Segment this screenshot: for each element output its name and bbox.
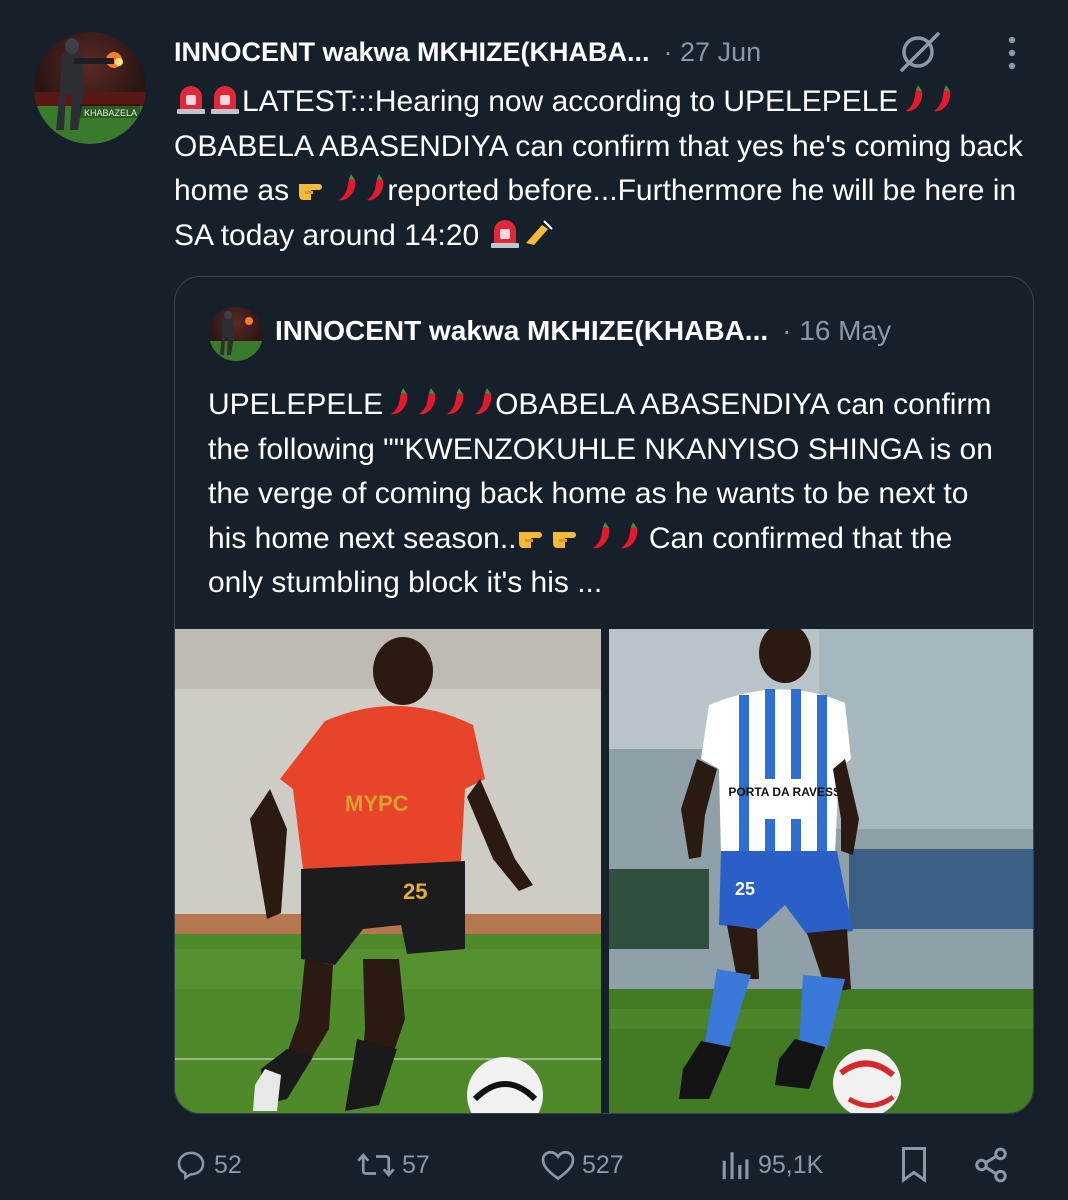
quoted-tweet[interactable]: INNOCENT wakwa MKHIZE(KHABA... · 16 May … [174, 276, 1034, 1114]
reply-button[interactable]: 52 [174, 1140, 242, 1190]
author-avatar[interactable]: KHABAZELA [34, 32, 146, 144]
chili-icon [934, 85, 951, 112]
quoted-tweet-date: · 16 May [782, 315, 892, 346]
quoted-text-part: UPELEPELE [208, 388, 384, 421]
pointing-hand-icon [518, 531, 542, 548]
repost-count: 57 [402, 1150, 430, 1179]
quoted-author-name: INNOCENT wakwa MKHIZE(KHABA... [275, 315, 769, 346]
shorts-number: 25 [403, 879, 427, 904]
grok-icon[interactable] [896, 30, 944, 74]
like-button[interactable]: 527 [540, 1140, 624, 1190]
avatar-text: KHABAZELA [84, 108, 137, 118]
quoted-tweet-header: INNOCENT wakwa MKHIZE(KHABA... · 16 May [275, 315, 891, 347]
bookmark-button[interactable] [896, 1140, 938, 1190]
chili-icon [391, 388, 408, 415]
views-icon [722, 1152, 749, 1180]
tweet-text-part: LATEST:::Hearing now according to UPELEP… [242, 85, 899, 118]
more-icon[interactable] [1004, 34, 1020, 72]
chili-icon [447, 388, 464, 415]
siren-icon [490, 219, 519, 248]
quoted-author-avatar[interactable] [209, 307, 263, 361]
tweet-action-bar: 52 57 527 95,1K [174, 1140, 1034, 1190]
share-button[interactable] [972, 1140, 1016, 1190]
avatar-image: KHABAZELA [34, 38, 146, 144]
tweet-text: LATEST:::Hearing now according to UPELEP… [174, 80, 1044, 258]
reply-count: 52 [214, 1150, 242, 1179]
like-count: 527 [582, 1150, 624, 1179]
tweet-header: INNOCENT wakwa MKHIZE(KHABA... · 27 Jun [174, 30, 1034, 74]
views-count: 95,1K [758, 1150, 824, 1179]
chili-icon [367, 174, 384, 201]
tweet-date[interactable]: · 27 Jun [664, 37, 762, 68]
author-name[interactable]: INNOCENT wakwa MKHIZE(KHABA... [174, 37, 650, 68]
quoted-tweet-text: UPELEPELE OBABELA ABASENDIYA can confirm … [208, 383, 1008, 606]
player-striped-kit-image: PORTA DA RAVESSA 25 [609, 629, 1033, 1113]
shorts-number: 25 [735, 879, 755, 899]
player-red-kit-image: MYPC 25 [175, 629, 601, 1113]
chili-icon [906, 85, 923, 112]
share-icon [975, 1147, 1007, 1183]
chili-icon [592, 521, 609, 548]
chili-icon [339, 174, 356, 201]
views-button[interactable]: 95,1K [716, 1140, 823, 1190]
pointing-hand-icon [299, 184, 323, 200]
bookmark-icon [902, 1147, 926, 1183]
quoted-photo-1[interactable]: MYPC 25 [175, 629, 601, 1113]
jersey-text: MYPC [345, 791, 409, 816]
repost-button[interactable]: 57 [356, 1140, 430, 1190]
siren-icon [177, 86, 205, 114]
chili-icon [620, 521, 637, 548]
chili-icon [419, 388, 436, 415]
siren-icon [211, 86, 239, 114]
chili-icon [475, 388, 492, 415]
reply-icon [177, 1151, 205, 1181]
quoted-avatar-image [209, 311, 263, 361]
quoted-photo-2[interactable]: PORTA DA RAVESSA 25 [609, 629, 1033, 1113]
repost-icon [357, 1153, 395, 1177]
writing-hand-icon [525, 219, 553, 245]
pointing-hand-icon [552, 531, 576, 548]
like-icon [541, 1150, 575, 1181]
jersey-sponsor: PORTA DA RAVESSA [728, 785, 850, 799]
